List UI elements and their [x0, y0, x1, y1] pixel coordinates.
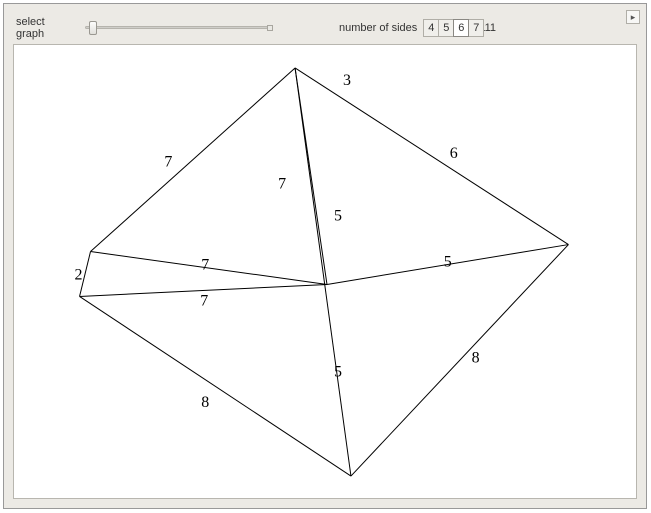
edge-label: 3	[343, 72, 351, 89]
sides-option-7[interactable]: 7	[468, 19, 484, 37]
edge-label: 7	[278, 176, 286, 193]
graph-svg: 7 7 6 3 5 5 2 7 7 8 5 8	[14, 45, 636, 498]
edge-label: 5	[334, 208, 342, 225]
number-of-sides-label: number of sides	[339, 22, 417, 34]
slider-track	[85, 26, 268, 29]
edge-label: 7	[200, 292, 208, 309]
select-graph-label: select graph	[16, 16, 74, 40]
edge-label: 7	[164, 154, 172, 171]
select-graph-slider[interactable]	[80, 20, 273, 36]
edge-label: 8	[201, 394, 209, 411]
edge-top-leftU	[91, 68, 296, 252]
edge-label: 7	[201, 257, 209, 274]
expand-button[interactable]: ▸	[626, 10, 640, 24]
edge-leftL-bot	[80, 296, 351, 476]
edge-label: 6	[450, 145, 458, 162]
app-window: ▸ select graph 111 number of sides 4567 …	[0, 0, 651, 513]
sides-option-5[interactable]: 5	[438, 19, 454, 37]
graph-canvas: 7 7 6 3 5 5 2 7 7 8 5 8	[13, 44, 637, 499]
top-bar: ▸ select graph 111 number of sides 4567	[4, 4, 646, 44]
edge-label: 8	[472, 349, 480, 366]
play-icon: ▸	[631, 13, 636, 22]
control-panel: ▸ select graph 111 number of sides 4567 …	[3, 3, 647, 509]
edge-top-bot	[295, 68, 351, 476]
number-of-sides-control: number of sides 4567	[339, 18, 484, 38]
edge-label: 5	[444, 254, 452, 271]
edge-right-bot	[351, 245, 569, 476]
number-of-sides-setter[interactable]: 4567	[423, 19, 484, 37]
slider-end-cap	[267, 25, 273, 31]
edge-label: 5	[334, 363, 342, 380]
sides-option-6[interactable]: 6	[453, 19, 469, 37]
edge-label: 2	[75, 266, 83, 283]
sides-option-4[interactable]: 4	[423, 19, 439, 37]
slider-thumb[interactable]	[89, 21, 97, 35]
